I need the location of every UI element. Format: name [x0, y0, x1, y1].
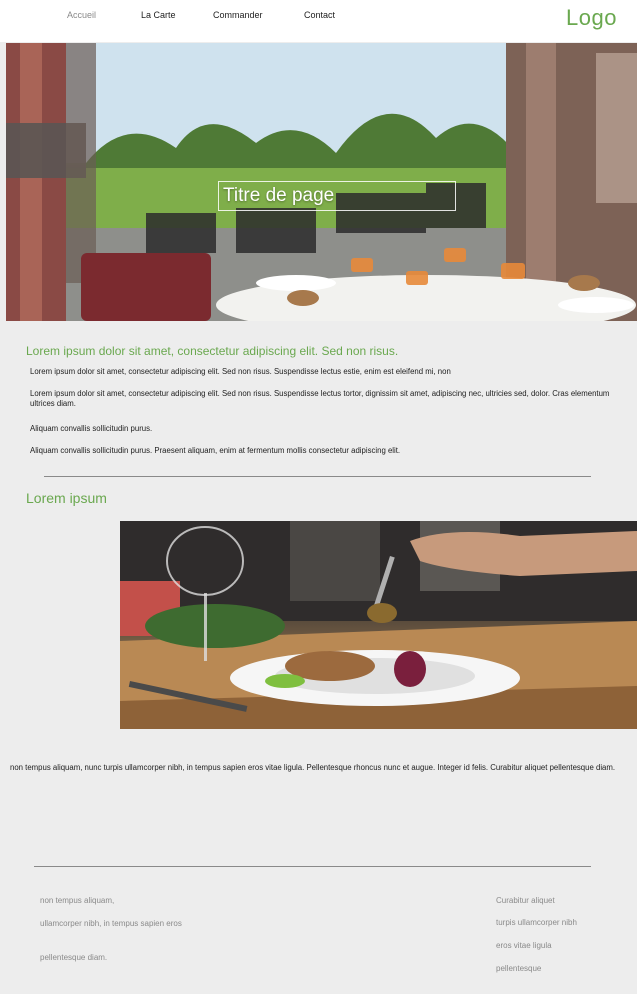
intro-heading: Lorem ipsum dolor sit amet, consectetur …	[26, 344, 399, 358]
footer-divider	[34, 866, 591, 867]
intro-paragraph-2: Lorem ipsum dolor sit amet, consectetur …	[30, 389, 610, 408]
logo[interactable]: Logo	[566, 5, 617, 31]
footer-left-line-2: ullamcorper nibh, in tempus sapien eros	[40, 919, 182, 928]
header: Accueil La Carte Commander Contact Logo	[0, 0, 637, 42]
section-divider	[44, 476, 591, 477]
food-illustration	[120, 521, 637, 729]
intro-paragraph-3: Aliquam convallis sollicitudin purus.	[30, 424, 153, 433]
nav-item-la-carte[interactable]: La Carte	[141, 10, 176, 20]
section-body-text: non tempus aliquam, nunc turpis ullamcor…	[10, 763, 616, 772]
section-heading: Lorem ipsum	[26, 490, 107, 506]
intro-paragraph-1: Lorem ipsum dolor sit amet, consectetur …	[30, 367, 451, 376]
hero-image: Titre de page	[6, 43, 637, 321]
nav-item-commander[interactable]: Commander	[213, 10, 263, 20]
food-image	[120, 521, 637, 729]
intro-paragraph-4: Aliquam convallis sollicitudin purus. Pr…	[30, 446, 401, 455]
nav-item-accueil[interactable]: Accueil	[67, 10, 96, 20]
nav-item-contact[interactable]: Contact	[304, 10, 335, 20]
footer-right-line-4: pellentesque	[496, 964, 542, 973]
footer-right-line-2: turpis ullamcorper nibh	[496, 918, 577, 927]
footer-right-line-3: eros vitae ligula	[496, 941, 552, 950]
footer-left-line-1: non tempus aliquam,	[40, 896, 115, 905]
footer-left-line-3: pellentesque diam.	[40, 953, 108, 962]
footer-right-line-1: Curabitur aliquet	[496, 896, 555, 905]
page-title: Titre de page	[218, 181, 456, 211]
